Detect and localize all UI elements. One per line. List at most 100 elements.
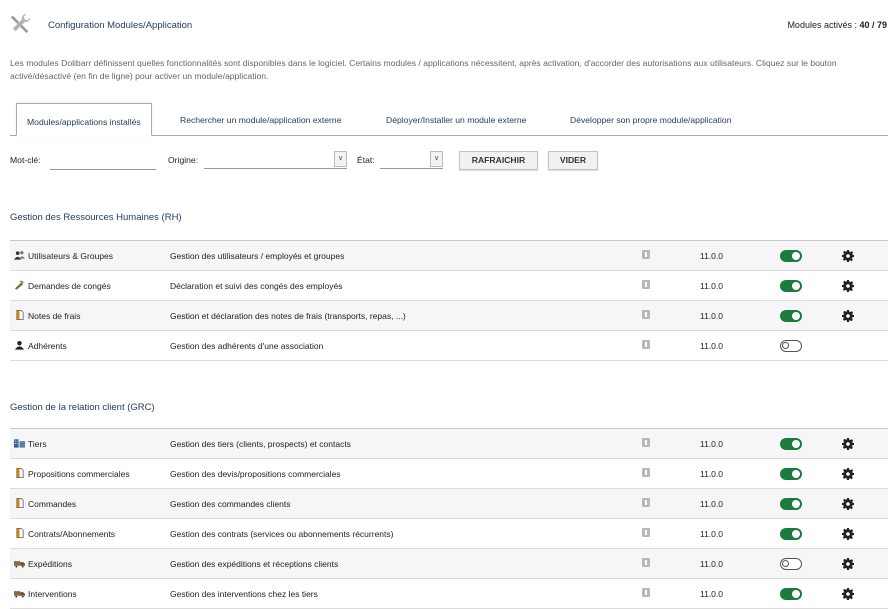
tab-installed-modules[interactable]: Modules/applications installés xyxy=(16,103,152,136)
chevron-down-icon[interactable]: ∨ xyxy=(430,151,443,167)
module-toggle-cell xyxy=(780,488,842,519)
module-name-cell: Expéditions xyxy=(10,548,170,579)
module-name: Notes de frais xyxy=(28,311,81,321)
module-config-cell xyxy=(842,518,888,549)
module-row-demandes-de-conges: Demandes de congés Déclaration et suivi d… xyxy=(10,270,888,301)
module-info-cell xyxy=(640,330,700,361)
state-select[interactable]: ∨ xyxy=(380,151,443,169)
module-description: Gestion des adhérents d'une association xyxy=(170,330,640,361)
keyword-input[interactable] xyxy=(50,153,156,170)
toggle-off-icon[interactable] xyxy=(780,339,802,352)
module-toggle-cell xyxy=(780,240,842,271)
toggle-on-icon[interactable] xyxy=(780,437,802,450)
info-icon[interactable] xyxy=(642,588,650,597)
info-icon[interactable] xyxy=(642,310,650,319)
toggle-off-icon[interactable] xyxy=(780,557,802,570)
toggle-on-icon[interactable] xyxy=(780,587,802,600)
document-icon xyxy=(14,310,28,321)
gear-icon[interactable] xyxy=(842,587,854,600)
module-config-cell xyxy=(842,240,888,271)
module-name-cell: Propositions commerciales xyxy=(10,458,170,489)
info-icon[interactable] xyxy=(642,340,650,349)
gear-icon[interactable] xyxy=(842,437,854,450)
gear-icon[interactable] xyxy=(842,497,854,510)
tab-bar: Modules/applications installés Recherche… xyxy=(10,102,888,136)
module-name: Utilisateurs & Groupes xyxy=(28,251,114,261)
module-description: Gestion des commandes clients xyxy=(170,488,640,519)
state-label: État: xyxy=(357,155,375,165)
module-toggle-cell xyxy=(780,458,842,489)
module-version: 11.0.0 xyxy=(700,488,780,519)
module-toggle-cell xyxy=(780,300,842,331)
shipping-icon xyxy=(14,559,28,569)
modules-table-hr: Utilisateurs & Groupes Gestion des utilis… xyxy=(10,240,888,361)
page-title: Configuration Modules/Application xyxy=(48,20,193,31)
module-config-cell xyxy=(842,578,888,609)
toggle-on-icon[interactable] xyxy=(780,497,802,510)
module-info-cell xyxy=(640,488,700,519)
module-version: 11.0.0 xyxy=(700,330,780,361)
modules-active-label: Modules activés : xyxy=(787,20,860,30)
module-description: Gestion des devis/propositions commercia… xyxy=(170,458,640,489)
member-icon xyxy=(14,340,28,351)
module-config-cell xyxy=(842,300,888,331)
info-icon[interactable] xyxy=(642,438,650,447)
info-icon[interactable] xyxy=(642,498,650,507)
holiday-icon xyxy=(14,280,28,291)
info-icon[interactable] xyxy=(642,558,650,567)
tab-deploy-external[interactable]: Déployer/Installer un module externe xyxy=(386,102,526,135)
toggle-on-icon[interactable] xyxy=(780,467,802,480)
gear-icon[interactable] xyxy=(842,309,854,322)
module-version: 11.0.0 xyxy=(700,300,780,331)
toggle-on-icon[interactable] xyxy=(780,279,802,292)
tab-develop-module[interactable]: Développer son propre module/application xyxy=(570,102,731,135)
toggle-on-icon[interactable] xyxy=(780,249,802,262)
toggle-on-icon[interactable] xyxy=(780,527,802,540)
page-description: Les modules Dolibarr définissent quelles… xyxy=(10,58,837,81)
origin-select[interactable]: ∨ xyxy=(204,151,347,169)
module-info-cell xyxy=(640,270,700,301)
clear-button[interactable]: VIDER xyxy=(548,151,598,170)
section-title-hr: Gestion des Ressources Humaines (RH) xyxy=(10,212,182,223)
module-version: 11.0.0 xyxy=(700,518,780,549)
company-icon xyxy=(14,439,28,449)
info-icon[interactable] xyxy=(642,250,650,259)
module-config-cell xyxy=(842,270,888,301)
module-version: 11.0.0 xyxy=(700,578,780,609)
keyword-label: Mot-clé: xyxy=(10,155,41,165)
modules-active-count: 40 / 79 xyxy=(859,20,887,30)
module-name-cell: Notes de frais xyxy=(10,300,170,331)
module-row-commandes: Commandes Gestion des commandes clients 11… xyxy=(10,488,888,519)
modules-table-crm: Tiers Gestion des tiers (clients, prospec… xyxy=(10,428,888,609)
module-name: Expéditions xyxy=(28,559,72,569)
toggle-on-icon[interactable] xyxy=(780,309,802,322)
document-icon xyxy=(14,528,28,539)
module-name-cell: Adhérents xyxy=(10,330,170,361)
module-name: Adhérents xyxy=(28,341,67,351)
module-row-propositions-commerciales: Propositions commerciales Gestion des dev… xyxy=(10,458,888,489)
chevron-down-icon[interactable]: ∨ xyxy=(334,151,347,167)
module-toggle-cell xyxy=(780,548,842,579)
tab-search-external[interactable]: Rechercher un module/application externe xyxy=(180,102,341,135)
module-row-notes-de-frais: Notes de frais Gestion et déclaration des… xyxy=(10,300,888,331)
module-toggle-cell xyxy=(780,578,842,609)
module-description: Gestion et déclaration des notes de frai… xyxy=(170,300,640,331)
gear-icon[interactable] xyxy=(842,279,854,292)
module-description: Déclaration et suivi des congés des empl… xyxy=(170,270,640,301)
gear-icon[interactable] xyxy=(842,527,854,540)
refresh-button[interactable]: RAFRAICHIR xyxy=(459,151,538,170)
module-row-utilisateurs-groupes: Utilisateurs & Groupes Gestion des utilis… xyxy=(10,240,888,271)
gear-icon[interactable] xyxy=(842,557,854,570)
module-row-interventions: Interventions Gestion des interventions c… xyxy=(10,578,888,609)
info-icon[interactable] xyxy=(642,528,650,537)
shipping-icon xyxy=(14,589,28,599)
module-name: Contrats/Abonnements xyxy=(28,529,115,539)
module-description: Gestion des expéditions et réceptions cl… xyxy=(170,548,640,579)
gear-icon[interactable] xyxy=(842,467,854,480)
module-name-cell: Utilisateurs & Groupes xyxy=(10,240,170,271)
module-info-cell xyxy=(640,458,700,489)
gear-icon[interactable] xyxy=(842,249,854,262)
info-icon[interactable] xyxy=(642,468,650,477)
module-info-cell xyxy=(640,548,700,579)
info-icon[interactable] xyxy=(642,280,650,289)
